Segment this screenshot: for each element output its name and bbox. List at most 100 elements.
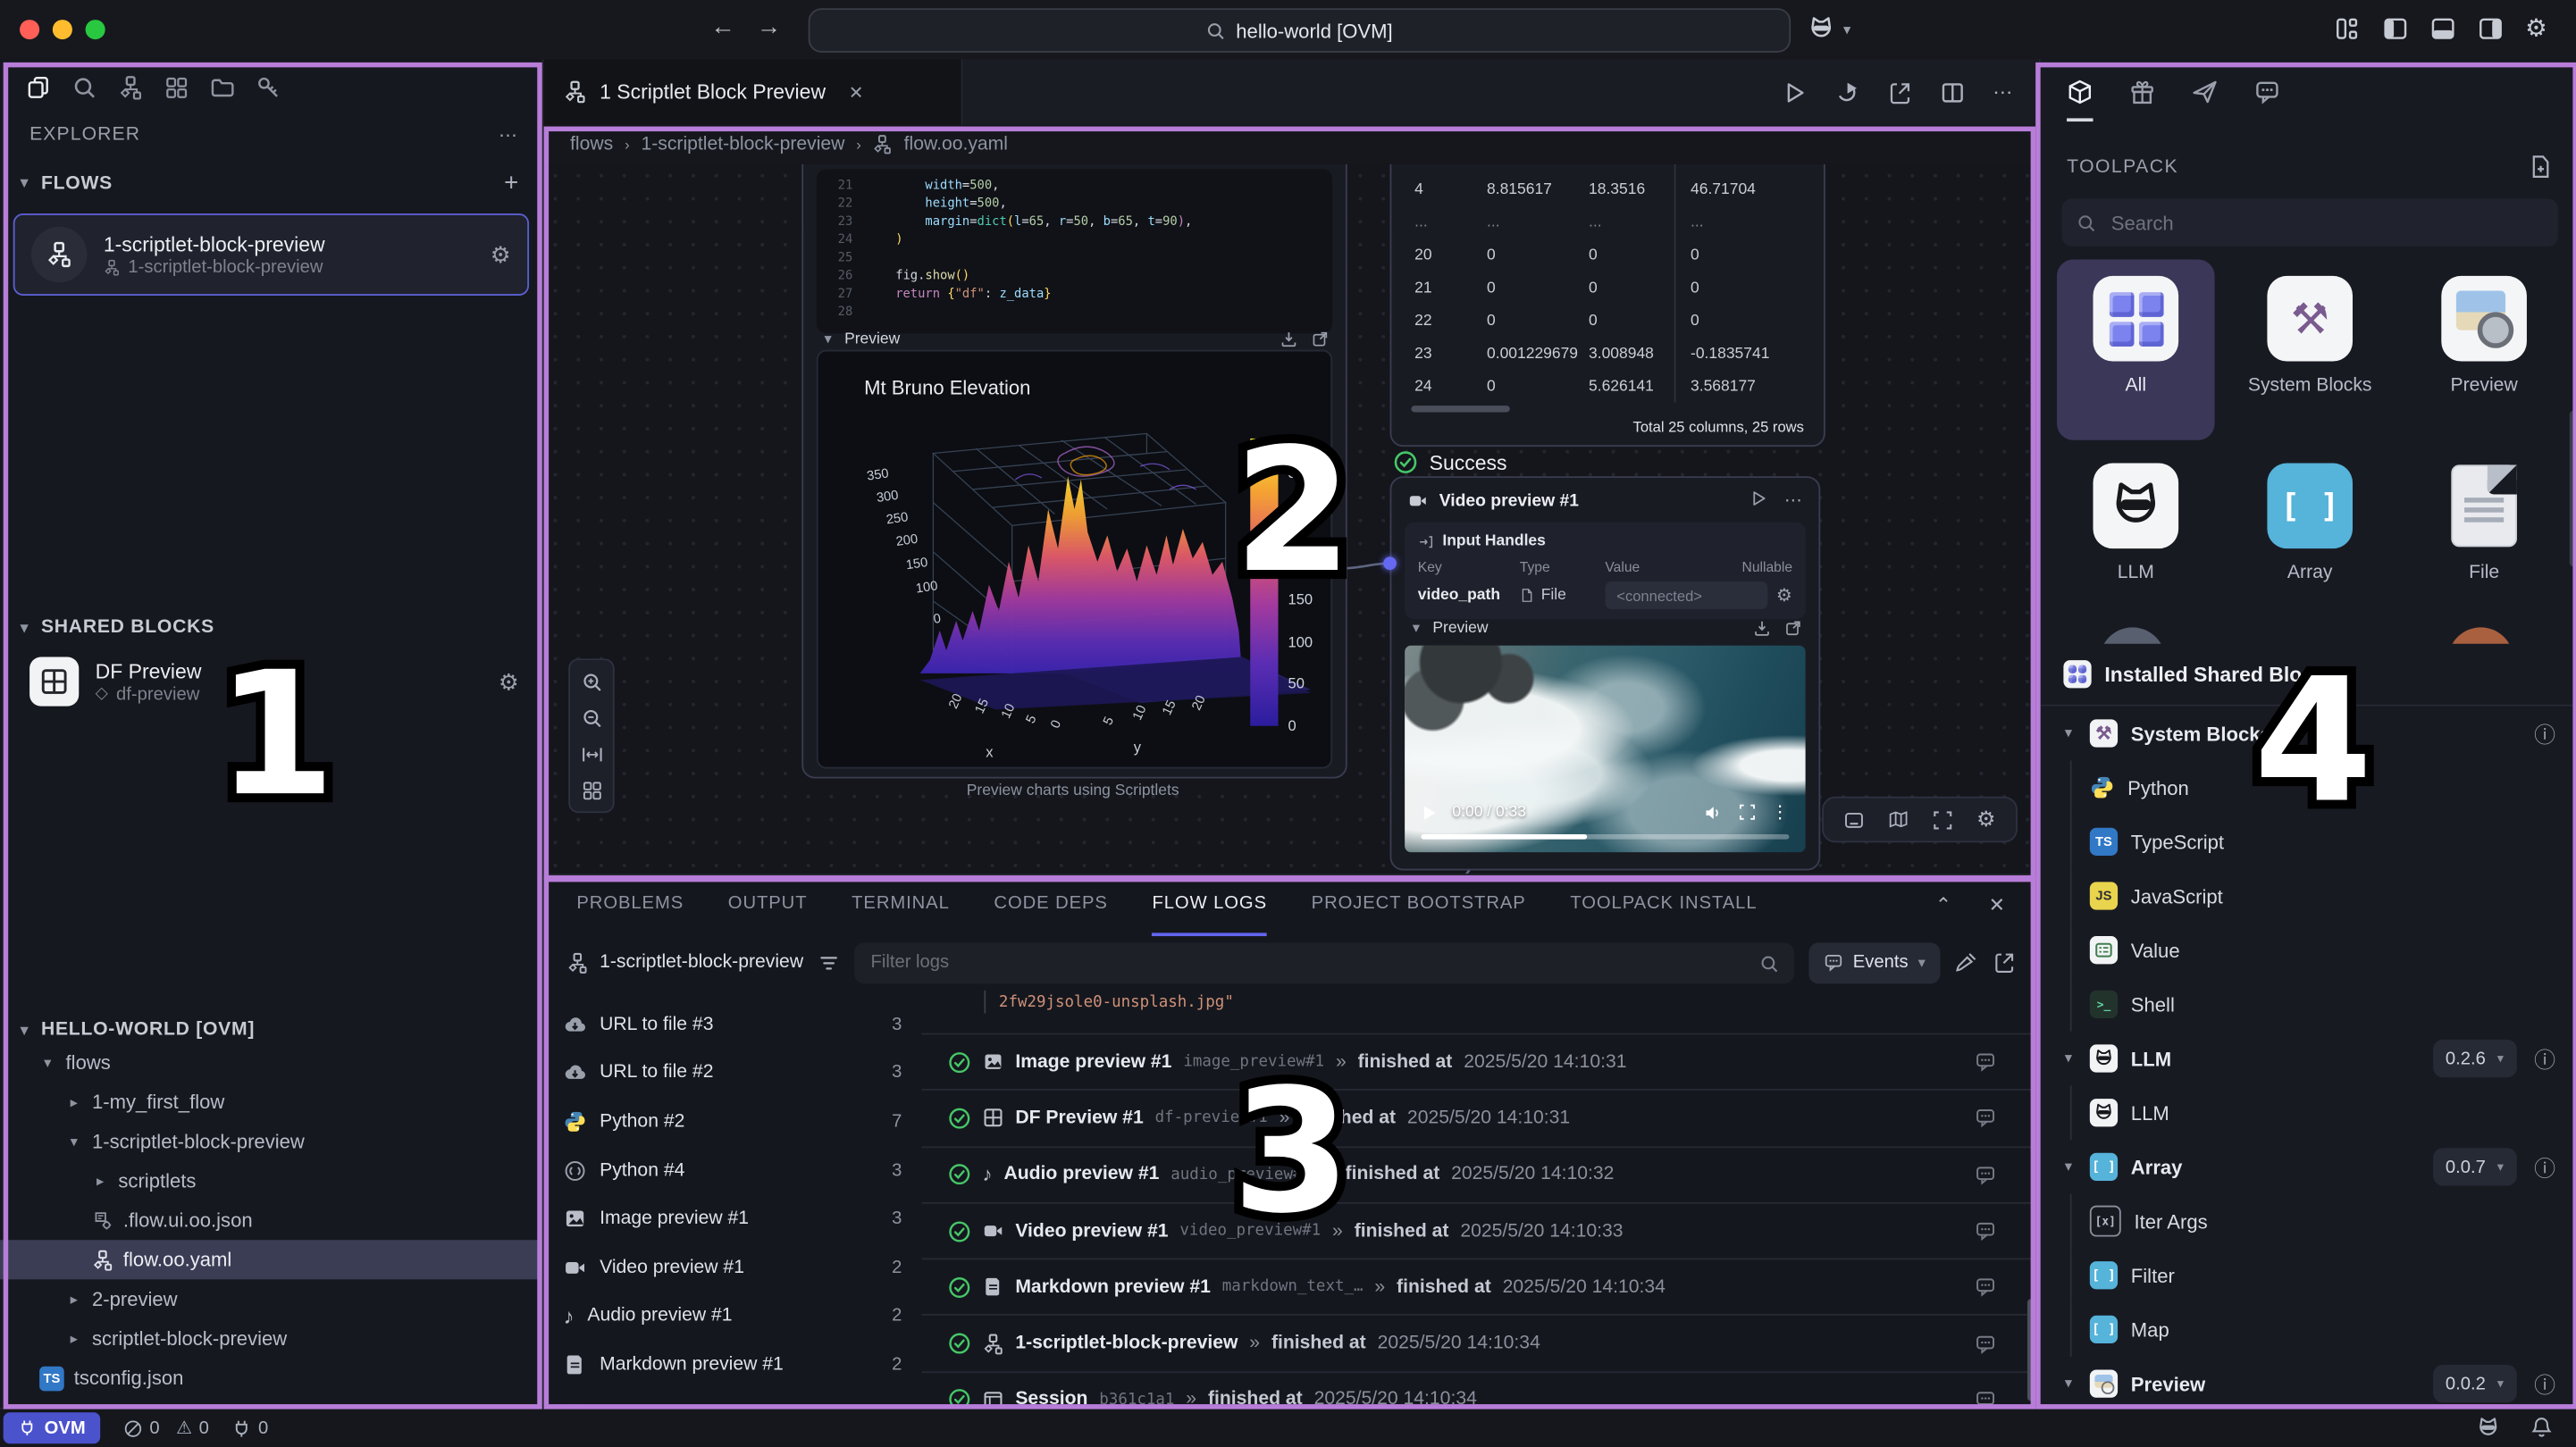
- tab-terminal[interactable]: TERMINAL: [852, 874, 950, 936]
- info-icon[interactable]: ⓘ: [2530, 718, 2560, 749]
- play-icon[interactable]: [1421, 804, 1437, 820]
- tile-file[interactable]: File: [2405, 447, 2563, 586]
- flow-logs-flow-name[interactable]: 1-scriptlet-block-preview: [566, 952, 803, 974]
- handle-settings-icon[interactable]: ⚙: [1776, 585, 1792, 606]
- array-version-dropdown[interactable]: 0.0.7▾: [2432, 1148, 2517, 1185]
- group-preview[interactable]: ▾ Preview 0.0.2▾ ⓘ: [2041, 1357, 2576, 1409]
- preview-version-dropdown[interactable]: 0.0.2▾: [2432, 1365, 2517, 1402]
- tree-file-flow-yaml-selected[interactable]: flow.oo.yaml: [0, 1240, 542, 1279]
- video-player[interactable]: 0:00 / 0:33 ⋮: [1405, 646, 1806, 853]
- run-node-icon[interactable]: [1749, 489, 1767, 507]
- tile-llm[interactable]: LLM: [2057, 447, 2215, 586]
- log-block-video-preview[interactable]: Video preview #12: [544, 1243, 922, 1292]
- key-icon[interactable]: [256, 76, 281, 101]
- log-block-markdown-preview[interactable]: Markdown preview #12: [544, 1341, 922, 1389]
- overview-grid-icon[interactable]: [575, 774, 608, 807]
- zoom-in-icon[interactable]: [575, 665, 608, 698]
- toolpack-search[interactable]: [2062, 198, 2558, 246]
- customize-layout-icon[interactable]: [2335, 16, 2360, 41]
- tree-folder-my-first-flow[interactable]: ▸1-my_first_flow: [0, 1083, 542, 1122]
- llm-version-dropdown[interactable]: 0.2.6▾: [2432, 1040, 2517, 1077]
- tree-folder-2-preview[interactable]: ▸2-preview: [0, 1279, 542, 1318]
- project-search-bar[interactable]: hello-world [OVM]: [809, 8, 1791, 53]
- tree-file-tsconfig[interactable]: TStsconfig.json: [0, 1359, 542, 1398]
- frame-selection-icon[interactable]: [1932, 809, 1953, 831]
- tab-toolpack-install[interactable]: TOOLPACK INSTALL: [1570, 874, 1757, 936]
- tab-problems[interactable]: PROBLEMS: [576, 874, 684, 936]
- node-more-icon[interactable]: ⋯: [1784, 489, 1802, 511]
- collapse-panel-icon[interactable]: ⌃: [1935, 893, 1952, 916]
- tab-project-bootstrap[interactable]: PROJECT BOOTSTRAP: [1312, 874, 1526, 936]
- toggle-right-panel-icon[interactable]: [2478, 16, 2504, 41]
- close-tab-icon[interactable]: ✕: [849, 81, 864, 103]
- tree-folder-scriptlet-block-preview-2[interactable]: ▸scriptlet-block-preview: [0, 1318, 542, 1358]
- open-external-icon[interactable]: [1311, 330, 1329, 348]
- settings-gear-icon[interactable]: ⚙: [2525, 13, 2547, 43]
- folder-icon[interactable]: [210, 76, 235, 101]
- maximize-window-button[interactable]: [86, 20, 105, 39]
- clear-logs-icon[interactable]: [1955, 951, 1978, 974]
- ovm-badge[interactable]: OVM: [4, 1412, 101, 1443]
- block-map[interactable]: [ ]Map: [2041, 1302, 2576, 1357]
- chat-tab-icon[interactable]: [2254, 79, 2280, 121]
- video-preview-header[interactable]: ▾Preview: [1408, 619, 1802, 637]
- log-block-url-to-file-3[interactable]: URL to file #33: [544, 1000, 922, 1049]
- df-preview-node[interactable]: 48.81561718.351646.71704 ............ 20…: [1390, 164, 1825, 447]
- group-llm[interactable]: ▾ LLM 0.2.6▾ ⓘ: [2041, 1032, 2576, 1086]
- download-icon[interactable]: [1280, 330, 1297, 348]
- block-shell[interactable]: >_Shell: [2041, 977, 2576, 1032]
- flow-item-selected[interactable]: 1-scriptlet-block-preview 1-scriptlet-bl…: [13, 213, 529, 296]
- files-icon[interactable]: [26, 76, 51, 101]
- block-javascript[interactable]: JSJavaScript: [2041, 869, 2576, 924]
- handle-value-connected[interactable]: <connected>: [1605, 581, 1767, 609]
- rerun-flow-icon[interactable]: [1835, 79, 1860, 105]
- flow-item-settings-icon[interactable]: ⚙: [491, 240, 511, 268]
- log-entry-markdown-preview[interactable]: Markdown preview #1markdown_text_… »fini…: [922, 1260, 2039, 1317]
- comment-icon[interactable]: [1975, 1164, 1996, 1185]
- log-entry-df-preview[interactable]: DF Preview #1df-preview#1 »finished at20…: [922, 1091, 2039, 1147]
- tree-folder-scriptlet-block-preview[interactable]: ▾1-scriptlet-block-preview: [0, 1122, 542, 1161]
- log-entry-session[interactable]: Sessionb361c1a1 »finished at2025/5/20 14…: [922, 1373, 2039, 1411]
- tab-output[interactable]: OUTPUT: [728, 874, 808, 936]
- ports-status[interactable]: 0: [232, 1418, 269, 1438]
- add-flow-button[interactable]: +: [504, 169, 519, 197]
- split-editor-icon[interactable]: [1941, 79, 1966, 105]
- video-progress-bar[interactable]: [1421, 834, 1789, 840]
- run-flow-icon[interactable]: [1783, 79, 1808, 105]
- minimap-icon[interactable]: [1888, 809, 1909, 831]
- log-entry-partial[interactable]: 2fw29jsole0-unsplash.jpg": [922, 991, 2039, 1035]
- flow-graph-icon[interactable]: [118, 76, 143, 101]
- log-block-python-4[interactable]: Python #43: [544, 1146, 922, 1194]
- comment-icon[interactable]: [1975, 1051, 1996, 1073]
- mascot-cat-icon[interactable]: [2476, 1416, 2501, 1441]
- toolpack-search-input[interactable]: [2108, 209, 2543, 235]
- filter-list-icon[interactable]: [818, 952, 840, 974]
- tile-array[interactable]: [ ] Array: [2231, 447, 2389, 586]
- blocks-icon[interactable]: [164, 76, 189, 101]
- block-iter-args[interactable]: [x]Iter Args: [2041, 1194, 2576, 1249]
- comment-icon[interactable]: [1975, 1333, 1996, 1354]
- comment-icon[interactable]: [1975, 1276, 1996, 1298]
- tree-folder-flows[interactable]: ▾flows: [0, 1043, 542, 1083]
- tile-preview[interactable]: Preview: [2405, 260, 2563, 399]
- connection-handle-dot[interactable]: [1383, 556, 1397, 570]
- close-panel-icon[interactable]: ✕: [1989, 893, 2006, 916]
- forward-arrow-icon[interactable]: →: [752, 13, 785, 41]
- tree-folder-scriptlets[interactable]: ▸scriptlets: [0, 1161, 542, 1200]
- tile-system-blocks[interactable]: ⚒ System Blocks: [2231, 260, 2389, 399]
- log-entry-image-preview[interactable]: Image preview #1image_preview#1 »finishe…: [922, 1034, 2039, 1091]
- scriptlet-node[interactable]: 21 width=500,22 height=500,23 margin=dic…: [801, 164, 1347, 779]
- log-entry-audio-preview[interactable]: ♪ Audio preview #1audio_preview#1 »finis…: [922, 1148, 2039, 1204]
- canvas-settings-gear-icon[interactable]: ⚙: [1976, 807, 1995, 832]
- close-window-button[interactable]: [20, 20, 39, 39]
- log-entry-flow-finished[interactable]: 1-scriptlet-block-preview »finished at20…: [922, 1317, 2039, 1373]
- flow-canvas[interactable]: 21 width=500,22 height=500,23 margin=dic…: [544, 164, 2039, 874]
- shared-block-settings-icon[interactable]: ⚙: [499, 667, 519, 695]
- shared-blocks-section-header[interactable]: ▾ SHARED BLOCKS: [0, 605, 542, 648]
- tab-flow-logs[interactable]: FLOW LOGS: [1152, 874, 1267, 936]
- problems-status[interactable]: 0 ⚠ 0: [123, 1418, 209, 1439]
- shared-block-df-preview[interactable]: DF Preview ◇df-preview ⚙: [0, 647, 542, 715]
- log-block-python-2[interactable]: Python #27: [544, 1098, 922, 1146]
- flows-section-header[interactable]: ▾ FLOWS +: [0, 156, 542, 207]
- block-typescript[interactable]: TSTypeScript: [2041, 815, 2576, 869]
